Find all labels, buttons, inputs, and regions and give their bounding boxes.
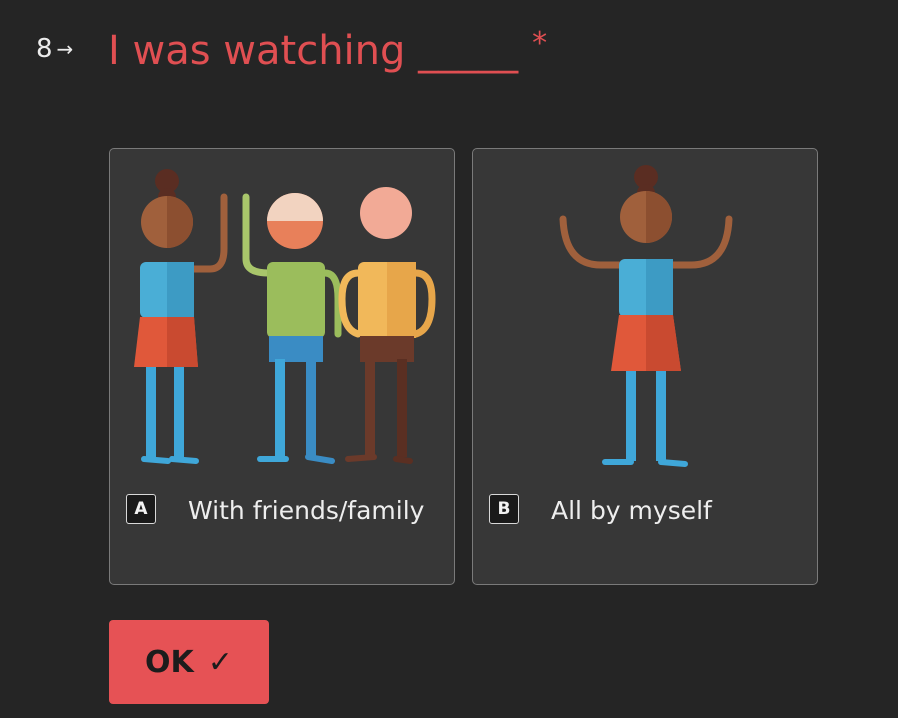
ok-button-label: OK	[145, 644, 194, 680]
choice-key-a: A	[126, 494, 156, 524]
choice-key-b: B	[489, 494, 519, 524]
question-text: I was watching _____	[108, 28, 519, 74]
ok-button[interactable]: OK ✓	[109, 620, 269, 704]
choice-label-b: All by myself	[551, 496, 712, 525]
checkmark-icon: ✓	[207, 644, 233, 680]
required-asterisk: *	[532, 26, 548, 61]
question-number-value: 8	[36, 34, 53, 64]
group-of-people-illustration	[134, 169, 436, 464]
question-title: I was watching _____ *	[108, 26, 548, 74]
choice-list: A With friends/family B All by myself	[109, 148, 818, 585]
choice-label-a: With friends/family	[188, 496, 425, 525]
choice-option-b[interactable]: B All by myself	[472, 148, 818, 585]
choice-option-a[interactable]: A With friends/family	[109, 148, 455, 585]
single-person-illustration	[559, 165, 733, 467]
arrow-right-icon: →	[56, 37, 74, 61]
question-number: 8 →	[36, 34, 73, 64]
